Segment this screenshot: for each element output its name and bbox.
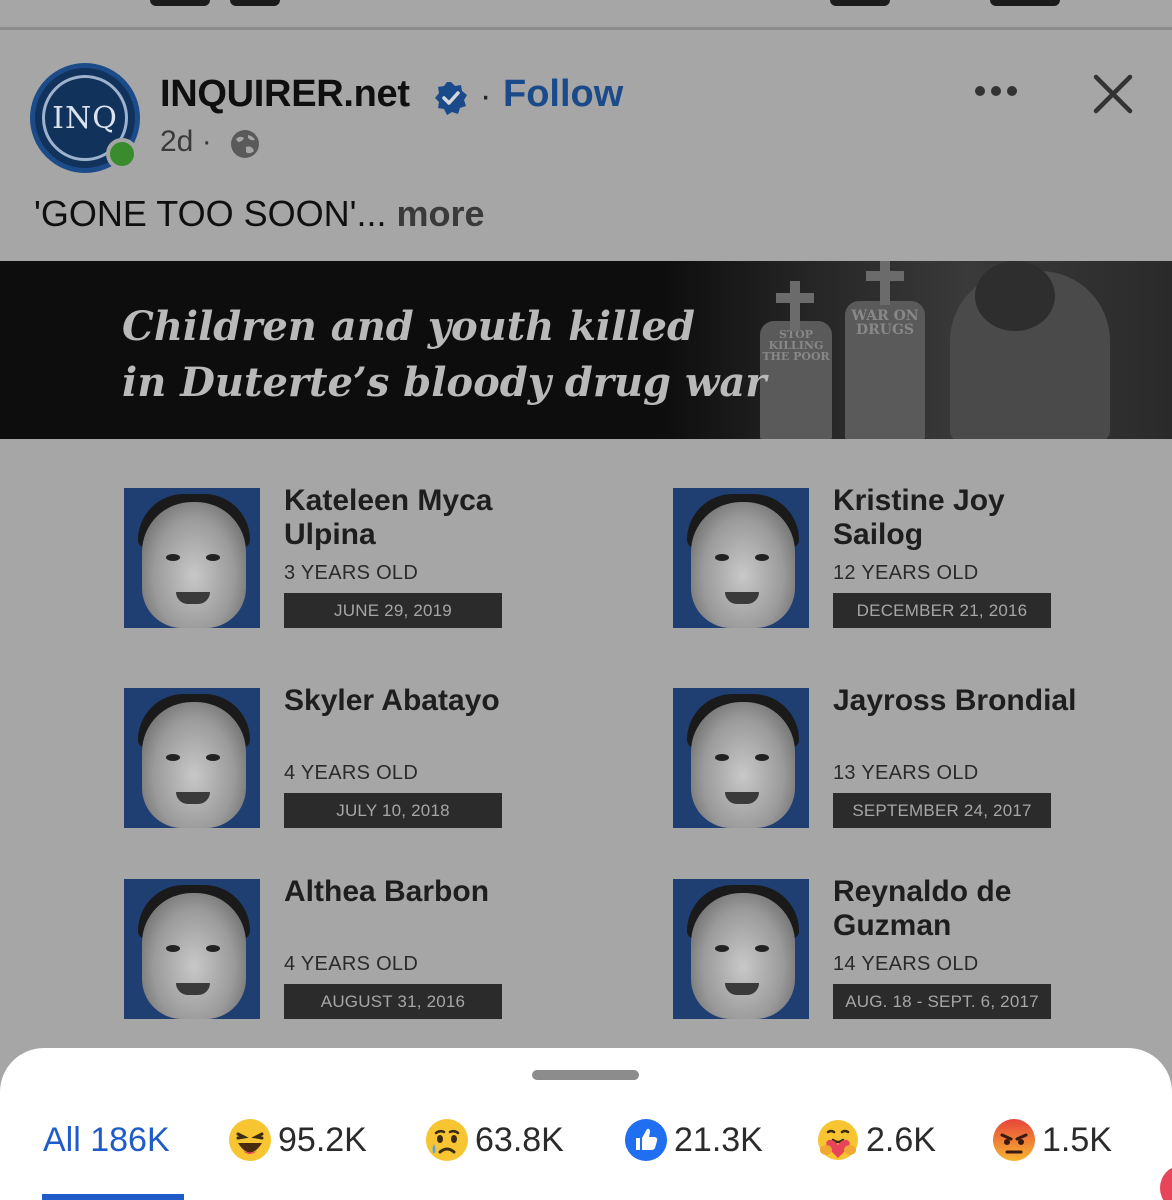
tab-sad-reactions[interactable]: 63.8K bbox=[425, 1118, 564, 1162]
eye-shape bbox=[166, 554, 180, 561]
victim-name: Reynaldo de Guzman bbox=[833, 875, 1012, 942]
globe-icon bbox=[231, 130, 259, 158]
cross-shape bbox=[776, 293, 814, 303]
victim-photo bbox=[673, 688, 809, 828]
victim-photo bbox=[124, 688, 260, 828]
victim-age: 14 YEARS OLD bbox=[833, 953, 979, 975]
active-tab-indicator bbox=[42, 1194, 184, 1200]
close-icon[interactable] bbox=[1090, 71, 1136, 117]
victim-card: Kristine Joy Sailog 12 YEARS OLD DECEMBE… bbox=[673, 484, 1093, 638]
haha-count: 95.2K bbox=[278, 1120, 367, 1159]
tab-care-reactions[interactable]: 2.6K bbox=[816, 1118, 936, 1162]
eye-shape bbox=[206, 554, 220, 561]
victim-photo bbox=[124, 488, 260, 628]
victim-card: Althea Barbon 4 YEARS OLD AUGUST 31, 201… bbox=[124, 875, 544, 1029]
victim-photo bbox=[124, 879, 260, 1019]
victim-name: Jayross Brondial bbox=[833, 684, 1077, 717]
status-bar bbox=[0, 0, 1172, 30]
cross-shape bbox=[790, 281, 800, 331]
status-time-fragment bbox=[150, 0, 210, 6]
victim-date: AUG. 18 - SEPT. 6, 2017 bbox=[833, 984, 1051, 1019]
banner-title-line2: in Duterte’s bloody drug war bbox=[122, 359, 767, 406]
see-more-link[interactable]: more bbox=[397, 193, 485, 234]
face-shape bbox=[142, 502, 246, 628]
eye-shape bbox=[755, 554, 769, 561]
tab-haha-reactions[interactable]: 95.2K bbox=[228, 1118, 367, 1162]
face-shape bbox=[691, 702, 795, 828]
eye-shape bbox=[715, 945, 729, 952]
haha-icon bbox=[229, 1119, 271, 1161]
victim-date: JUNE 29, 2019 bbox=[284, 593, 502, 628]
care-count: 2.6K bbox=[866, 1120, 936, 1159]
victim-card: Jayross Brondial 13 YEARS OLD SEPTEMBER … bbox=[673, 684, 1093, 838]
face-shape bbox=[142, 893, 246, 1019]
face-shape bbox=[142, 702, 246, 828]
sad-icon bbox=[426, 1119, 468, 1161]
eye-shape bbox=[715, 754, 729, 761]
victim-name: Kristine Joy Sailog bbox=[833, 484, 1005, 551]
post-header: INQ INQUIRER.net · Follow 2d · 'GONE TOO… bbox=[0, 33, 1172, 261]
banner-title: Children and youth killed in Duterte’s b… bbox=[122, 299, 766, 411]
eye-shape bbox=[206, 754, 220, 761]
victim-card: Reynaldo de Guzman 14 YEARS OLD AUG. 18 … bbox=[673, 875, 1093, 1029]
victim-photo bbox=[673, 879, 809, 1019]
banner-title-line1: Children and youth killed bbox=[122, 303, 695, 350]
eye-shape bbox=[755, 945, 769, 952]
victim-card: Skyler Abatayo 4 YEARS OLD JULY 10, 2018 bbox=[124, 684, 544, 838]
eye-shape bbox=[715, 554, 729, 561]
eye-shape bbox=[206, 945, 220, 952]
tab-all-reactions[interactable]: All 186K bbox=[43, 1118, 170, 1162]
follow-button[interactable]: Follow bbox=[503, 73, 623, 116]
victim-age: 13 YEARS OLD bbox=[833, 762, 979, 784]
victim-age: 3 YEARS OLD bbox=[284, 562, 419, 584]
care-icon bbox=[818, 1120, 858, 1160]
tab-angry-reactions[interactable]: 1.5K bbox=[992, 1118, 1112, 1162]
next-reaction-icon-partial[interactable] bbox=[1160, 1166, 1172, 1200]
angry-icon bbox=[993, 1119, 1035, 1161]
victim-date: AUGUST 31, 2016 bbox=[284, 984, 502, 1019]
protest-sign-left: STOP KILLING THE POOR bbox=[760, 321, 832, 439]
post-timestamp[interactable]: 2d · bbox=[160, 125, 212, 159]
eye-shape bbox=[166, 945, 180, 952]
victim-date: DECEMBER 21, 2016 bbox=[833, 593, 1051, 628]
page-name-link[interactable]: INQUIRER.net bbox=[160, 73, 410, 116]
victim-date: JULY 10, 2018 bbox=[284, 793, 502, 828]
status-time-fragment bbox=[230, 0, 280, 6]
battery-icon bbox=[990, 0, 1060, 6]
verified-badge-icon bbox=[435, 82, 467, 115]
victim-photo bbox=[673, 488, 809, 628]
signal-icon bbox=[830, 0, 890, 6]
more-options-icon[interactable] bbox=[972, 83, 1020, 99]
face-shape bbox=[691, 502, 795, 628]
mourner-head bbox=[975, 261, 1055, 331]
cross-shape bbox=[866, 271, 904, 281]
eye-shape bbox=[166, 754, 180, 761]
angry-count: 1.5K bbox=[1042, 1120, 1112, 1159]
victim-name: Kateleen Myca Ulpina bbox=[284, 484, 493, 551]
sheet-drag-handle[interactable] bbox=[532, 1070, 639, 1080]
reactions-sheet: All 186K 95.2K 63.8K 21.3K 2.6K 1.5K bbox=[0, 1048, 1172, 1200]
tab-like-reactions[interactable]: 21.3K bbox=[624, 1118, 763, 1162]
face-shape bbox=[691, 893, 795, 1019]
separator-dot: · bbox=[480, 77, 492, 115]
like-icon bbox=[625, 1119, 667, 1161]
caption-text: 'GONE TOO SOON'... bbox=[34, 193, 387, 234]
victim-age: 4 YEARS OLD bbox=[284, 953, 419, 975]
victim-age: 4 YEARS OLD bbox=[284, 762, 419, 784]
victim-date: SEPTEMBER 24, 2017 bbox=[833, 793, 1051, 828]
like-count: 21.3K bbox=[674, 1120, 763, 1159]
protest-sign-right: WAR ON DRUGS bbox=[845, 301, 925, 439]
sad-count: 63.8K bbox=[475, 1120, 564, 1159]
cross-shape bbox=[880, 261, 890, 305]
online-status-dot bbox=[106, 138, 138, 170]
victim-card: Kateleen Myca Ulpina 3 YEARS OLD JUNE 29… bbox=[124, 484, 544, 638]
infographic-banner: STOP KILLING THE POOR WAR ON DRUGS Child… bbox=[0, 261, 1172, 439]
victim-name: Althea Barbon bbox=[284, 875, 490, 908]
victim-name: Skyler Abatayo bbox=[284, 684, 500, 717]
victim-age: 12 YEARS OLD bbox=[833, 562, 979, 584]
post-caption[interactable]: 'GONE TOO SOON'... more bbox=[34, 193, 485, 235]
eye-shape bbox=[755, 754, 769, 761]
